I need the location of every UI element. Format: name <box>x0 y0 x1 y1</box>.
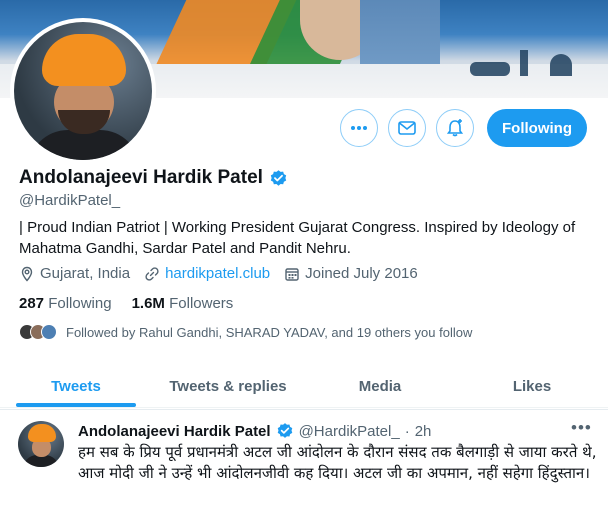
banner-silhouette <box>470 62 510 76</box>
tweet-more-button[interactable]: ••• <box>571 418 592 438</box>
verified-badge-icon <box>270 169 287 186</box>
tab-tweets-replies[interactable]: Tweets & replies <box>152 365 304 407</box>
following-button[interactable]: Following <box>487 109 587 147</box>
tweet-timestamp[interactable]: 2h <box>415 423 432 440</box>
display-name: Andolanajeevi Hardik Patel <box>19 167 263 188</box>
mail-icon <box>398 121 416 135</box>
followers-count-link[interactable]: 1.6M Followers <box>132 295 234 312</box>
avatar-body <box>28 130 140 160</box>
tab-media[interactable]: Media <box>304 365 456 407</box>
followers-label: Followers <box>169 295 234 312</box>
banner-silhouette <box>550 54 572 76</box>
tab-likes[interactable]: Likes <box>456 365 608 407</box>
tweet-author-name[interactable]: Andolanajeevi Hardik Patel <box>78 423 271 440</box>
following-count-link[interactable]: 287 Following <box>19 295 112 312</box>
location-item: Gujarat, India <box>19 265 130 282</box>
notifications-button[interactable] <box>436 109 474 147</box>
website-item[interactable]: hardikpatel.club <box>144 265 270 282</box>
avatar-photo <box>14 22 152 160</box>
verified-badge-icon <box>277 423 292 438</box>
following-count: 287 <box>19 295 45 312</box>
profile-meta: Gujarat, India hardikpatel.club Joined J… <box>19 265 432 282</box>
followed-by-avatars <box>19 324 57 340</box>
website-link[interactable]: hardikpatel.club <box>165 265 270 282</box>
tweet-header: Andolanajeevi Hardik Patel @HardikPatel_… <box>78 422 431 440</box>
tweet-text: हम सब के प्रिय पूर्व प्रधानमंत्री अटल जी… <box>78 443 597 482</box>
mini-avatar <box>41 324 57 340</box>
follow-counts: 287 Following 1.6M Followers <box>19 295 233 312</box>
calendar-icon <box>285 267 299 281</box>
joined-text: Joined July 2016 <box>305 265 418 282</box>
profile-avatar[interactable] <box>10 18 156 164</box>
location-text: Gujarat, India <box>40 265 131 282</box>
profile-handle: @HardikPatel_ <box>19 192 121 209</box>
bell-plus-icon <box>446 119 464 137</box>
profile-bio: | Proud Indian Patriot | Working Preside… <box>19 219 576 257</box>
following-label: Following <box>48 295 112 312</box>
joined-item: Joined July 2016 <box>284 265 418 282</box>
tabs-divider <box>0 407 608 408</box>
tweet-avatar-turban <box>28 424 56 442</box>
tabs-divider <box>0 409 608 410</box>
tab-tweets[interactable]: Tweets <box>0 365 152 407</box>
more-options-button[interactable] <box>340 109 378 147</box>
profile-name: Andolanajeevi Hardik Patel <box>19 167 288 189</box>
followed-by-text: Followed by Rahul Gandhi, SHARAD YADAV, … <box>66 324 473 340</box>
followers-count: 1.6M <box>131 295 165 312</box>
tweet-separator: · <box>404 422 410 440</box>
link-icon <box>145 266 159 281</box>
avatar-turban <box>42 34 126 86</box>
banner-silhouette <box>520 50 528 76</box>
followed-by[interactable]: Followed by Rahul Gandhi, SHARAD YADAV, … <box>19 324 472 340</box>
tweet-avatar[interactable] <box>18 421 64 467</box>
tweet-author-handle[interactable]: @HardikPatel_ <box>299 423 400 440</box>
location-pin-icon <box>21 266 33 282</box>
profile-tabs: Tweets Tweets & replies Media Likes <box>0 365 608 407</box>
more-horizontal-icon <box>351 126 367 130</box>
message-button[interactable] <box>388 109 426 147</box>
